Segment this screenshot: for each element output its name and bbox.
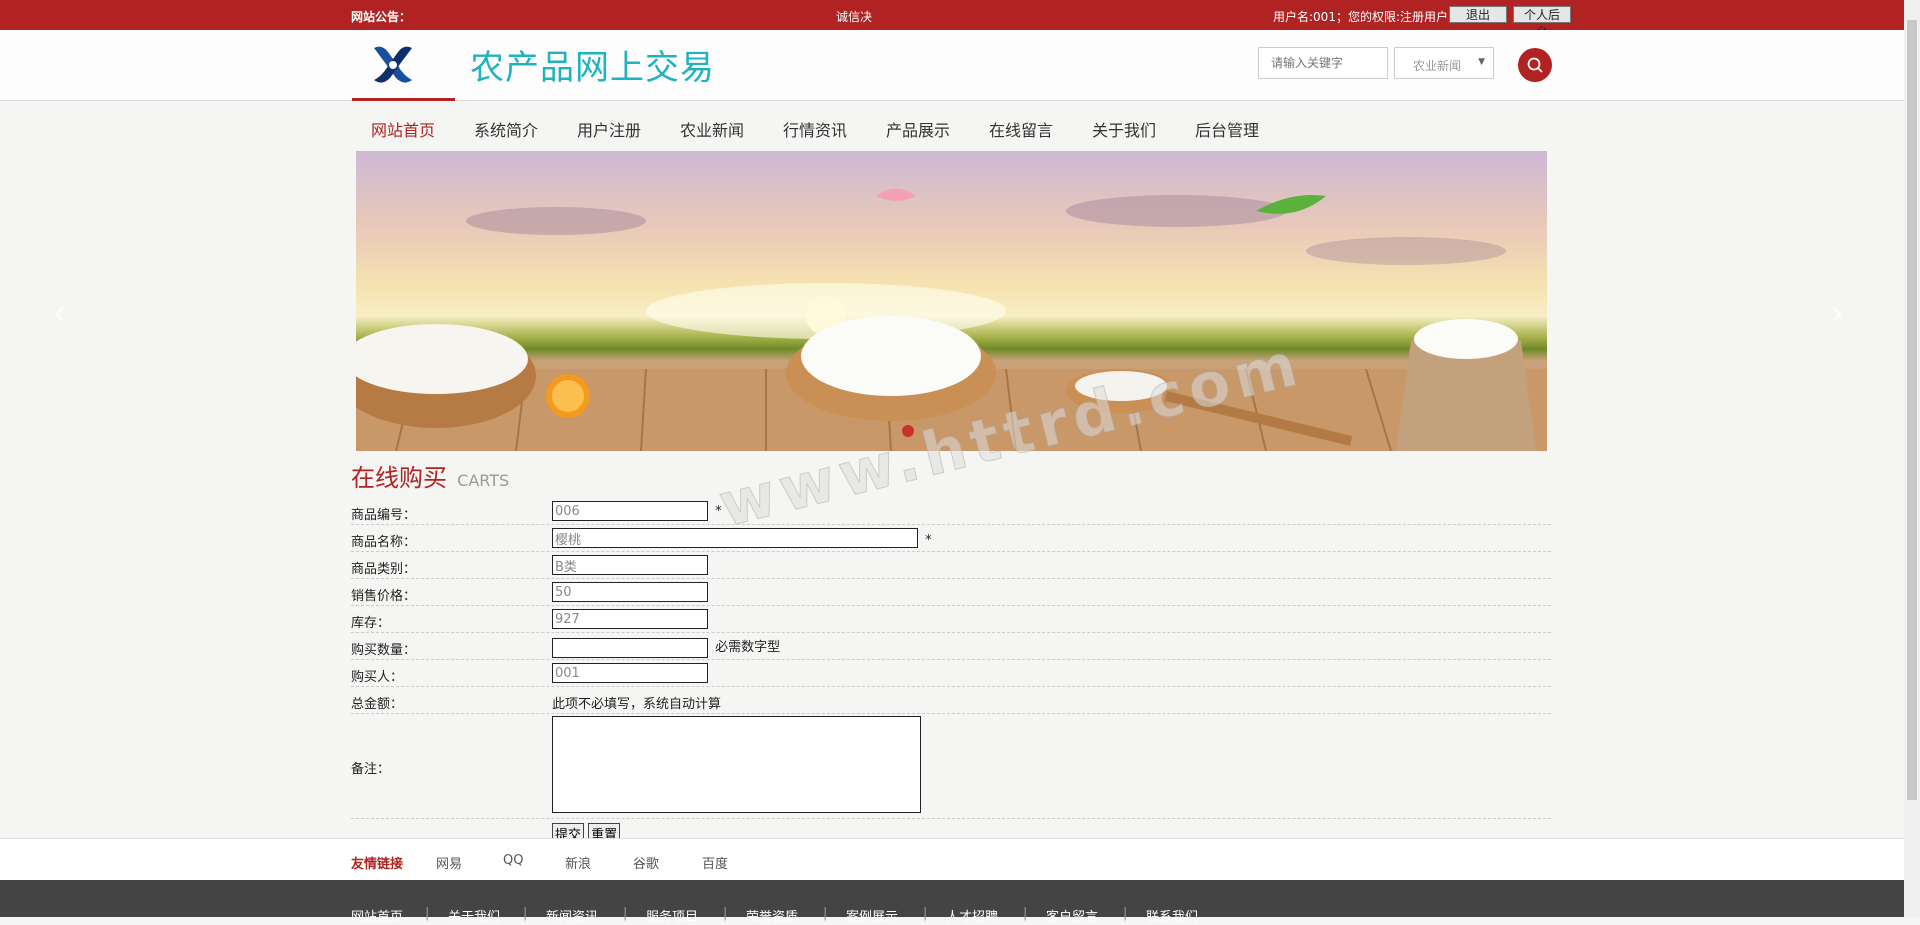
quantity-field[interactable] bbox=[552, 637, 708, 658]
nav-item-admin[interactable]: 后台管理 bbox=[1195, 117, 1259, 141]
nav-item-guestbook[interactable]: 在线留言 bbox=[989, 117, 1053, 141]
footer-separator: | bbox=[923, 906, 928, 921]
form-row-remark: 备注： bbox=[351, 714, 1551, 819]
nav-item-about[interactable]: 关于我们 bbox=[1092, 117, 1156, 141]
price-label: 销售价格： bbox=[351, 589, 417, 604]
quantity-label: 购买数量： bbox=[351, 643, 417, 658]
stock-field[interactable] bbox=[552, 609, 708, 629]
footer-link-news[interactable]: 新闻资讯 bbox=[546, 906, 598, 925]
form-row-category: 商品类别： bbox=[351, 552, 1551, 579]
logout-button[interactable]: 退出 bbox=[1449, 6, 1507, 23]
total-label: 总金额： bbox=[351, 697, 404, 712]
notice-label: 网站公告： bbox=[351, 10, 412, 24]
required-mark: * bbox=[925, 532, 932, 548]
purchase-form: 商品编号： * 商品名称： * 商品类别： 销售价格： 库存： 购买数量： 必需… bbox=[351, 498, 1551, 849]
footer-link-contact[interactable]: 联系我们 bbox=[1146, 906, 1198, 925]
link-baidu[interactable]: 百度 bbox=[702, 853, 728, 872]
footer-link-honors[interactable]: 荣誉资质 bbox=[746, 906, 798, 925]
search-button[interactable] bbox=[1518, 48, 1552, 82]
link-qq[interactable]: QQ bbox=[503, 853, 523, 868]
category-label: 商品类别： bbox=[351, 562, 417, 577]
nav-item-products[interactable]: 产品展示 bbox=[886, 117, 950, 141]
required-mark: * bbox=[715, 503, 722, 519]
nav-item-market-info[interactable]: 行情资讯 bbox=[783, 117, 847, 141]
remark-textarea[interactable] bbox=[552, 716, 921, 813]
banner-image bbox=[356, 151, 1547, 451]
form-row-quantity: 购买数量： 必需数字型 bbox=[351, 633, 1551, 660]
footer-separator: | bbox=[623, 906, 628, 921]
form-row-product-no: 商品编号： * bbox=[351, 498, 1551, 525]
footer-link-messages[interactable]: 客户留言 bbox=[1046, 906, 1098, 925]
footer-separator: | bbox=[523, 906, 528, 921]
search-icon bbox=[1527, 57, 1543, 73]
footer-separator: | bbox=[1023, 906, 1028, 921]
total-note: 此项不必填写，系统自动计算 bbox=[552, 697, 722, 712]
product-no-label: 商品编号： bbox=[351, 508, 417, 523]
friend-links-label: 友情链接 bbox=[351, 857, 404, 872]
link-sina[interactable]: 新浪 bbox=[565, 853, 591, 872]
link-google[interactable]: 谷歌 bbox=[633, 853, 659, 872]
logo-icon[interactable] bbox=[370, 42, 416, 88]
chevron-left-icon[interactable]: ‹ bbox=[52, 293, 66, 334]
friend-links: 友情链接 网易 QQ 新浪 谷歌 百度 bbox=[0, 838, 1904, 881]
section-title-en: CARTS bbox=[457, 471, 510, 490]
price-field[interactable] bbox=[552, 582, 708, 602]
chevron-down-icon: ▼ bbox=[1478, 57, 1485, 67]
logo-underline bbox=[352, 98, 455, 101]
stock-label: 库存： bbox=[351, 616, 391, 631]
product-name-label: 商品名称： bbox=[351, 535, 417, 550]
product-name-field[interactable] bbox=[552, 528, 918, 548]
search-category-value: 农业新闻 bbox=[1413, 59, 1462, 73]
footer-separator: | bbox=[1123, 906, 1128, 921]
section-title-cn: 在线购买 bbox=[351, 464, 447, 492]
category-field[interactable] bbox=[552, 555, 708, 575]
search-input[interactable] bbox=[1258, 47, 1388, 79]
buyer-label: 购买人： bbox=[351, 670, 404, 685]
personal-backend-button[interactable]: 个人后台 bbox=[1513, 6, 1571, 39]
form-row-total: 总金额： 此项不必填写，系统自动计算 bbox=[351, 687, 1551, 714]
chevron-right-icon[interactable]: › bbox=[1830, 293, 1844, 334]
footer-separator: | bbox=[823, 906, 828, 921]
form-row-stock: 库存： bbox=[351, 606, 1551, 633]
page-scrollbar[interactable] bbox=[1904, 0, 1920, 917]
footer-link-jobs[interactable]: 人才招聘 bbox=[946, 906, 998, 925]
scrollbar-thumb[interactable] bbox=[1907, 20, 1917, 800]
footer-link-home[interactable]: 网站首页 bbox=[351, 906, 403, 925]
nav-item-home[interactable]: 网站首页 bbox=[371, 117, 435, 141]
buyer-field[interactable] bbox=[552, 663, 708, 683]
section-title: 在线购买 CARTS bbox=[351, 458, 509, 493]
nav-item-system-intro[interactable]: 系统简介 bbox=[474, 117, 538, 141]
search-category-select[interactable]: 农业新闻 ▼ bbox=[1394, 47, 1494, 79]
footer: 网站首页 | 关于我们 | 新闻资讯 | 服务项目 | 荣誉资质 | 案例展示 … bbox=[0, 880, 1904, 925]
notice-text: 诚信决 bbox=[836, 10, 873, 24]
nav-item-register[interactable]: 用户注册 bbox=[577, 117, 641, 141]
form-row-product-name: 商品名称： * bbox=[351, 525, 1551, 552]
footer-link-services[interactable]: 服务项目 bbox=[646, 906, 698, 925]
footer-link-cases[interactable]: 案例展示 bbox=[846, 906, 898, 925]
top-bar: 网站公告： 诚信决 用户名:001；您的权限:注册用户 退出 个人后台 bbox=[0, 0, 1904, 39]
footer-separator: | bbox=[723, 906, 728, 921]
remark-label: 备注： bbox=[351, 762, 391, 777]
product-no-field[interactable] bbox=[552, 501, 708, 521]
banner-illustration bbox=[356, 188, 1547, 451]
form-row-price: 销售价格： bbox=[351, 579, 1551, 606]
header: 农产品网上交易 农业新闻 ▼ bbox=[0, 30, 1904, 101]
quantity-note: 必需数字型 bbox=[715, 640, 781, 655]
footer-link-about[interactable]: 关于我们 bbox=[448, 906, 500, 925]
user-info: 用户名:001；您的权限:注册用户 bbox=[1273, 10, 1448, 24]
site-title: 农产品网上交易 bbox=[470, 48, 715, 88]
link-163[interactable]: 网易 bbox=[436, 853, 462, 872]
nav-item-agri-news[interactable]: 农业新闻 bbox=[680, 117, 744, 141]
footer-separator: | bbox=[425, 906, 430, 921]
form-row-buyer: 购买人： bbox=[351, 660, 1551, 687]
